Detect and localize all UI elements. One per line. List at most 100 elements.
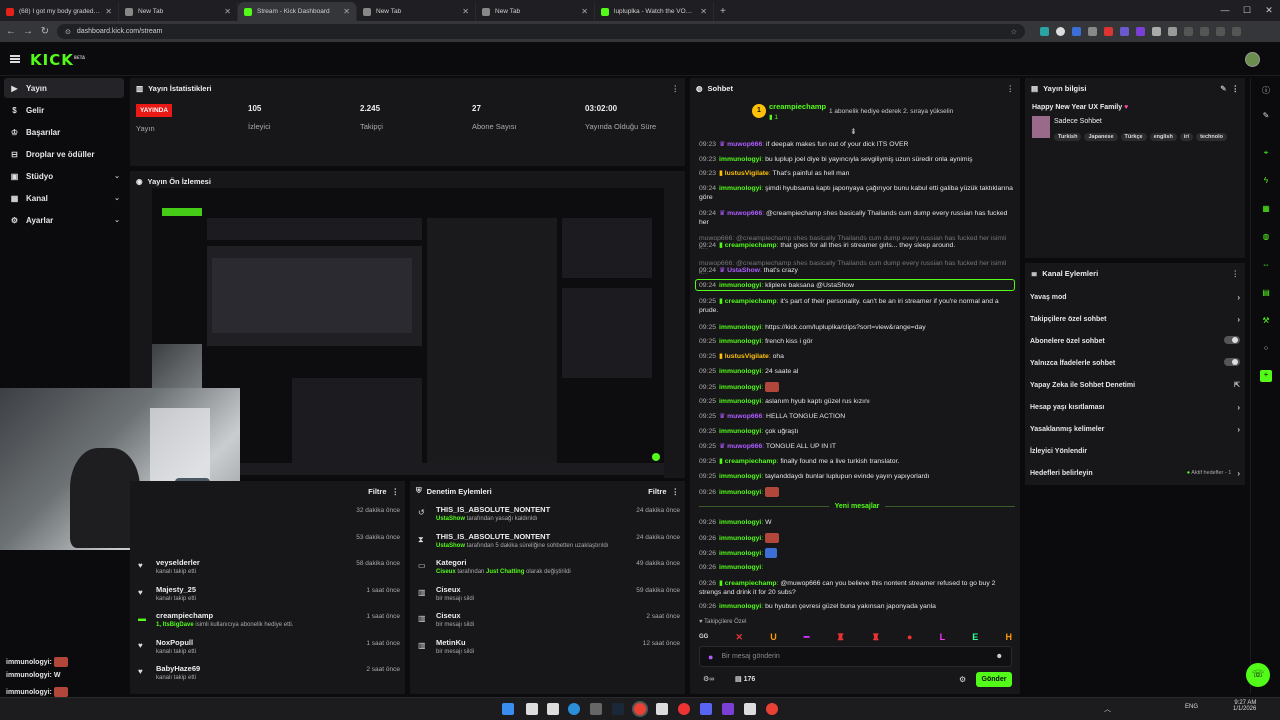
chat-username[interactable]: immunologyi (719, 473, 761, 480)
browser-tab[interactable]: New Tab ✕ (357, 2, 476, 21)
browser-tab[interactable]: New Tab ✕ (119, 2, 238, 21)
expand-icon[interactable]: ⇔ (1260, 260, 1272, 272)
extension-icon[interactable] (1136, 27, 1145, 36)
app-icon[interactable] (722, 703, 734, 715)
chat-username[interactable]: immunologyi (719, 156, 761, 163)
sidebar-item-stream[interactable]: ▶ Yayın (4, 78, 124, 98)
chat-username[interactable]: muwop666 (727, 210, 762, 217)
browser-tab[interactable]: New Tab ✕ (476, 2, 595, 21)
channel-action[interactable]: Yasaklanmış kelimeler › (1030, 422, 1240, 436)
extension-icon[interactable] (1088, 27, 1097, 36)
emote[interactable]: E (972, 632, 978, 642)
address-bar[interactable]: ⊙ dashboard.kick.com/stream ☆ (57, 24, 1025, 39)
emote[interactable]: ━ (804, 632, 809, 643)
sidebar-icon[interactable] (1184, 27, 1193, 36)
toggle-switch[interactable] (1224, 358, 1240, 366)
sidebar-item-gear[interactable]: ⚙ Ayarlar ⌄ (4, 210, 124, 230)
sidebar-item-revenue[interactable]: $ Gelir (4, 100, 124, 120)
extension-icon[interactable] (1120, 27, 1129, 36)
chat-input[interactable]: ● Bir mesaj gönderin ☻ (699, 646, 1012, 667)
browser-tab[interactable]: Stream - Kick Dashboard ✕ (238, 2, 357, 21)
channel-action[interactable]: Takipçilere özel sohbet › (1030, 312, 1240, 326)
toggle-switch[interactable] (1224, 336, 1240, 344)
mic-icon[interactable]: ● (708, 652, 713, 662)
chat-username[interactable]: immunologyi (719, 428, 761, 435)
close-tab-icon[interactable]: ✕ (105, 7, 112, 16)
extension-icon[interactable] (1072, 27, 1081, 36)
puzzle-icon[interactable] (1168, 27, 1177, 36)
emote[interactable]: H (1005, 632, 1012, 642)
emoji-icon[interactable]: ☻ (996, 653, 1003, 660)
minimize-button[interactable]: — (1214, 0, 1236, 21)
chat-username[interactable]: immunologyi (719, 550, 761, 557)
activity-username[interactable]: Majesty_25 (156, 585, 196, 594)
tag[interactable]: Türkçe (1120, 133, 1147, 141)
chat-username[interactable]: immunologyi (719, 324, 761, 331)
forward-icon[interactable]: → (23, 26, 33, 37)
close-tab-icon[interactable]: ✕ (700, 7, 707, 16)
channel-action[interactable]: Hesap yaşı kısıtlaması › (1030, 400, 1240, 414)
emote[interactable]: GG (699, 634, 708, 640)
moderation-target[interactable]: MetinKu (436, 638, 474, 647)
grid-icon[interactable]: ⁘ (1260, 344, 1272, 356)
emote[interactable]: U (770, 632, 777, 642)
floating-chat-button[interactable]: ☏ (1246, 663, 1270, 687)
task-view-icon[interactable] (547, 703, 559, 715)
start-icon[interactable] (502, 703, 514, 715)
profile-icon[interactable] (1216, 27, 1225, 36)
emote[interactable]: L (940, 632, 946, 642)
channel-action[interactable]: Abonelere özel sohbet (1030, 334, 1240, 348)
moderation-target[interactable]: Ciseux (436, 611, 474, 620)
terminal-icon[interactable] (590, 703, 602, 715)
chat-username[interactable]: lustusVigilate (725, 353, 769, 360)
crop-icon[interactable]: ⌖ (1260, 148, 1272, 160)
chrome-icon[interactable] (634, 703, 646, 715)
chat-username[interactable]: muwop666 (727, 141, 762, 148)
chat-username[interactable]: creampiechamp (725, 580, 777, 587)
close-tab-icon[interactable]: ✕ (343, 7, 350, 16)
emote[interactable]: ♜ (872, 632, 880, 643)
layout-icon[interactable]: ▤ (1260, 288, 1272, 300)
chat-username[interactable]: immunologyi (719, 519, 761, 526)
browser-tab[interactable]: lupluplka - Watch the VOD on K ✕ (595, 2, 714, 21)
back-icon[interactable]: ← (6, 26, 16, 37)
extension-icon[interactable] (1104, 27, 1113, 36)
steam-icon[interactable] (612, 703, 624, 715)
send-button[interactable]: Gönder (976, 672, 1012, 687)
bookmark-star-icon[interactable]: ☆ (1011, 28, 1017, 36)
pen-icon[interactable]: ✎ (1260, 111, 1272, 123)
chat-icon[interactable]: ◍ (1260, 232, 1272, 244)
app-icon[interactable] (744, 703, 756, 715)
user-avatar[interactable] (1245, 52, 1260, 67)
chat-username[interactable]: creampiechamp (725, 242, 777, 249)
moderation-target[interactable]: THIS_IS_ABSOLUTE_NONTENT (436, 532, 608, 541)
more-options-icon[interactable]: ⋮ (392, 487, 400, 496)
plus-icon[interactable]: + (1260, 370, 1272, 382)
new-tab-button[interactable]: + (714, 2, 732, 21)
kick-logo[interactable]: KICKBETA (30, 51, 85, 69)
site-info-icon[interactable]: ⊙ (65, 28, 71, 36)
extension-icon[interactable] (1040, 27, 1049, 36)
sidebar-item-gift[interactable]: ⊟ Droplar ve ödüller (4, 144, 124, 164)
menu-icon[interactable] (1232, 27, 1241, 36)
tag[interactable]: english (1149, 133, 1177, 141)
chat-settings-icon[interactable]: ⚙ (959, 675, 966, 684)
more-options-icon[interactable]: ⋮ (1232, 84, 1240, 93)
chat-username[interactable]: immunologyi (719, 535, 761, 542)
more-options-icon[interactable]: ⋮ (1232, 269, 1240, 278)
tag[interactable]: Japanese (1084, 133, 1118, 141)
chat-username[interactable]: creampiechamp (725, 298, 777, 305)
channel-action[interactable]: Hedefleri belirleyin ● Aktif hedefler - 1… (1030, 466, 1240, 480)
more-options-icon[interactable]: ⋮ (672, 487, 680, 496)
chat-username[interactable]: immunologyi (719, 489, 761, 496)
channel-action[interactable]: Yalnızca İfadelerle sohbet (1030, 356, 1240, 370)
pen-icon[interactable] (1152, 27, 1161, 36)
emote[interactable]: ♜ (837, 632, 845, 643)
more-options-icon[interactable]: ⋮ (672, 84, 680, 93)
close-tab-icon[interactable]: ✕ (224, 7, 231, 16)
edit-icon[interactable]: ✎ (1220, 84, 1226, 93)
chat-username[interactable]: immunologyi (719, 384, 761, 391)
chat-username[interactable]: UstaShow (727, 267, 760, 274)
browser-tab[interactable]: (68) I got my body graded in a ✕ (0, 2, 119, 21)
clock[interactable]: 9:27 AM 1/1/2026 (1233, 700, 1256, 712)
